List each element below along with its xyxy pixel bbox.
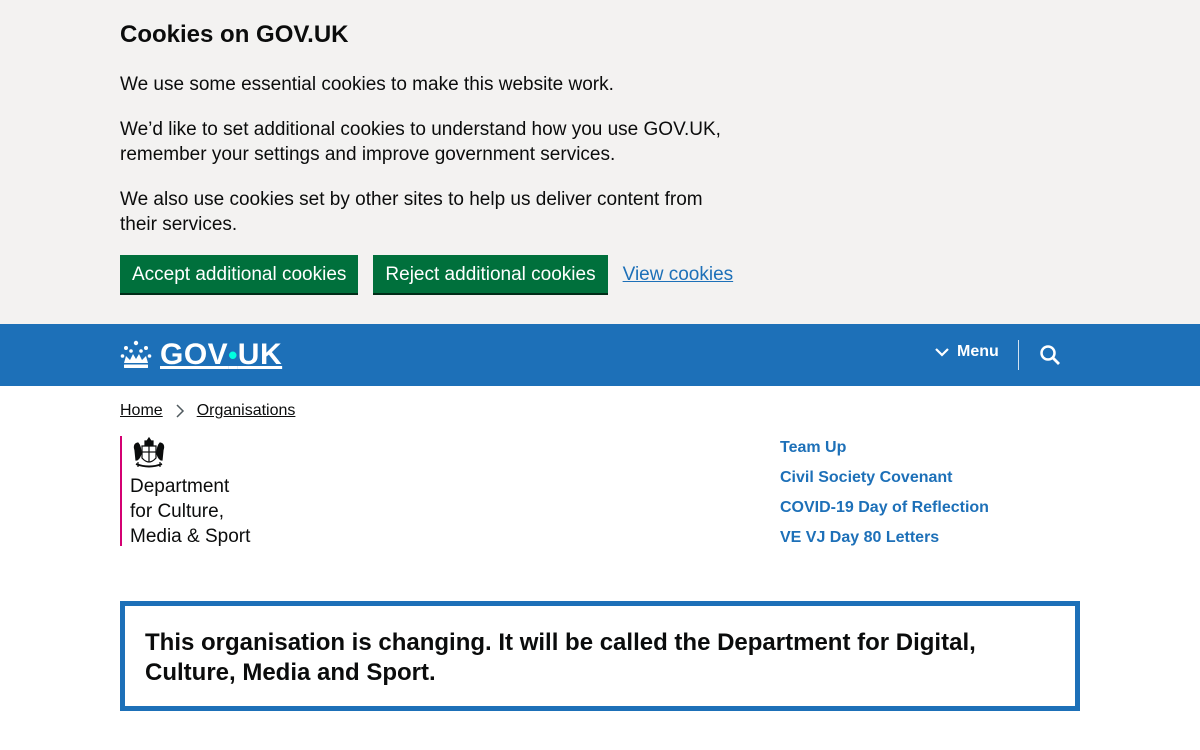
organisation-change-notice: This organisation is changing. It will b… (120, 601, 1080, 711)
featured-link-team-up[interactable]: Team Up (780, 439, 846, 456)
breadcrumb-organisations-link[interactable]: Organisations (197, 401, 296, 421)
featured-link-covid-19-day-of-reflection[interactable]: COVID-19 Day of Reflection (780, 499, 989, 516)
reject-cookies-button[interactable]: Reject additional cookies (373, 255, 608, 293)
cookie-paragraph: We also use cookies set by other sites t… (120, 189, 703, 235)
chevron-right-icon (176, 404, 184, 418)
featured-link-ve-vj-day-80-letters[interactable]: VE VJ Day 80 Letters (780, 529, 939, 546)
featured-links-list: Team Up Civil Society Covenant COVID-19 … (780, 438, 989, 558)
breadcrumb-home-link[interactable]: Home (120, 401, 163, 421)
notice-text: This organisation is changing. It will b… (145, 629, 976, 686)
header-divider (1018, 340, 1019, 370)
chevron-down-icon (935, 348, 949, 357)
cookie-banner: Cookies on GOV.UK We use some essential … (0, 0, 1200, 324)
logo-text-uk: UK (237, 338, 283, 371)
cookie-actions: Accept additional cookies Reject additio… (120, 255, 733, 293)
cookie-paragraph: We use some essential cookies to make th… (120, 74, 614, 95)
cookie-banner-title: Cookies on GOV.UK (120, 21, 349, 48)
view-cookies-link[interactable]: View cookies (623, 262, 734, 287)
govuk-logo-link[interactable]: GOV•UK (120, 338, 282, 372)
search-icon[interactable] (1038, 343, 1062, 367)
logo-text-gov: GOV (160, 338, 229, 371)
cookie-banner-content: Cookies on GOV.UK We use some essential … (120, 20, 740, 257)
accept-cookies-button[interactable]: Accept additional cookies (120, 255, 359, 293)
list-item: Team Up (780, 438, 989, 458)
menu-button[interactable]: Menu (934, 343, 999, 361)
cookie-paragraph: We’d like to set additional cookies to u… (120, 119, 721, 165)
crown-icon (120, 340, 152, 368)
site-header: GOV•UK Menu (0, 324, 1200, 386)
list-item: Civil Society Covenant (780, 468, 989, 488)
royal-crest-icon (133, 436, 165, 468)
list-item: VE VJ Day 80 Letters (780, 528, 989, 548)
organisation-logo: Department for Culture, Media & Sport (120, 436, 320, 549)
menu-label: Menu (957, 343, 999, 360)
list-item: COVID-19 Day of Reflection (780, 498, 989, 518)
breadcrumb: Home Organisations (120, 401, 295, 421)
featured-link-civil-society-covenant[interactable]: Civil Society Covenant (780, 469, 953, 486)
govuk-logo-text: GOV•UK (160, 338, 282, 372)
logo-dot: • (228, 340, 238, 370)
organisation-name[interactable]: Department for Culture, Media & Sport (130, 474, 320, 549)
